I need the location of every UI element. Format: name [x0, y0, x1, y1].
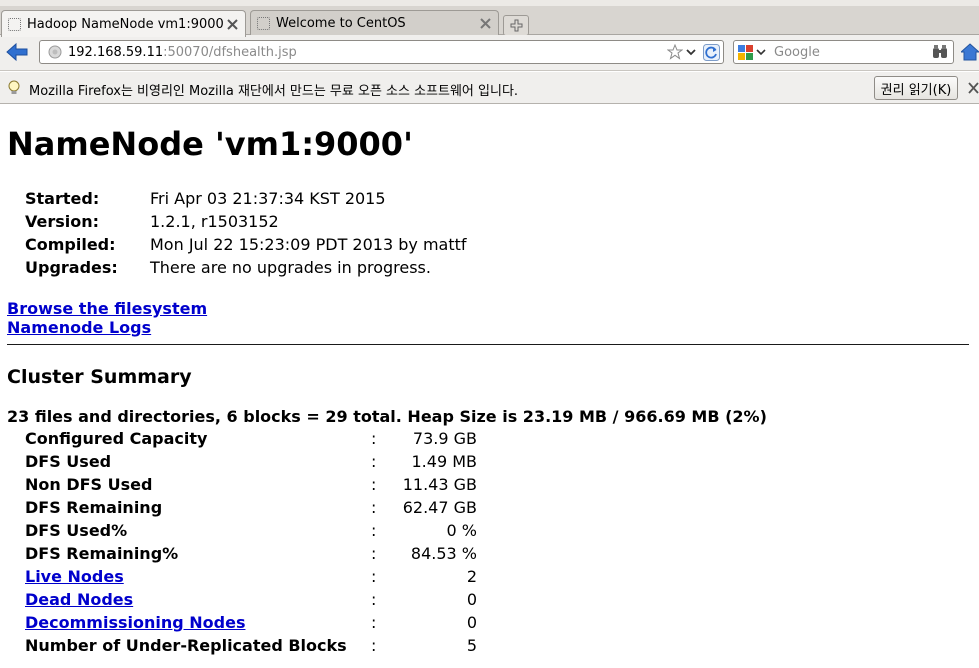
stat-row: Dead Nodes : 0	[25, 588, 477, 611]
url-text[interactable]: 192.168.59.11:50070/dfshealth.jsp	[68, 45, 667, 60]
stat-separator: :	[371, 567, 377, 586]
namenode-logs-link[interactable]: Namenode Logs	[7, 318, 207, 337]
stat-value: 62.47 GB	[402, 498, 477, 517]
stat-row: Non DFS Used : 11.43 GB	[25, 473, 477, 496]
chevron-down-icon[interactable]	[685, 46, 697, 58]
lightbulb-icon	[8, 80, 20, 94]
cluster-summary-line: 23 files and directories, 6 blocks = 29 …	[7, 407, 767, 426]
info-label: Started:	[25, 189, 100, 208]
chevron-down-icon[interactable]	[756, 47, 766, 57]
close-tab-icon[interactable]	[478, 17, 492, 31]
stat-row: Number of Under-Replicated Blocks : 5	[25, 634, 477, 657]
stat-row: DFS Used% : 0 %	[25, 519, 477, 542]
stat-label: Non DFS Used	[25, 475, 153, 494]
reload-icon[interactable]	[703, 43, 720, 61]
close-tab-icon[interactable]	[225, 17, 239, 31]
stat-row: DFS Remaining% : 84.53 %	[25, 542, 477, 565]
plus-icon	[510, 19, 522, 32]
live-nodes-link[interactable]: Live Nodes	[25, 567, 124, 586]
page-content: NameNode 'vm1:9000' Started: Fri Apr 03 …	[0, 105, 979, 668]
navigation-toolbar: 192.168.59.11:50070/dfshealth.jsp Google	[0, 35, 979, 71]
stat-value: 1.49 MB	[411, 452, 478, 471]
info-label: Upgrades:	[25, 258, 118, 277]
stat-separator: :	[371, 475, 377, 494]
stat-value: 73.9 GB	[412, 429, 477, 448]
info-label: Compiled:	[25, 235, 116, 254]
globe-icon[interactable]	[48, 45, 62, 59]
home-icon	[959, 43, 979, 61]
stat-separator: :	[371, 613, 377, 632]
tab-hadoop-namenode[interactable]: Hadoop NameNode vm1:9000	[1, 10, 246, 37]
info-row-compiled: Compiled: Mon Jul 22 15:23:09 PDT 2013 b…	[25, 233, 467, 256]
notification-bar: Mozilla Firefox는 비영리인 Mozilla 재단에서 만드는 무…	[0, 72, 979, 104]
close-icon[interactable]	[968, 81, 979, 95]
back-button[interactable]	[6, 42, 28, 62]
stat-label: DFS Remaining%	[25, 544, 179, 563]
info-value: 1.2.1, r1503152	[150, 212, 279, 231]
stat-separator: :	[371, 590, 377, 609]
stat-label: DFS Remaining	[25, 498, 163, 517]
divider	[7, 344, 969, 345]
browse-filesystem-link[interactable]: Browse the filesystem	[7, 299, 207, 318]
stat-label: Live Nodes	[25, 567, 371, 586]
dead-nodes-link[interactable]: Dead Nodes	[25, 590, 133, 609]
stat-value: 84.53 %	[410, 544, 477, 563]
info-value: Mon Jul 22 15:23:09 PDT 2013 by mattf	[150, 235, 467, 254]
info-value: Fri Apr 03 21:37:34 KST 2015	[150, 189, 386, 208]
page-title: NameNode 'vm1:9000'	[7, 125, 413, 163]
tab-welcome-centos[interactable]: Welcome to CentOS	[250, 10, 499, 36]
stat-label: Dead Nodes	[25, 590, 371, 609]
decommissioning-nodes-link[interactable]: Decommissioning Nodes	[25, 613, 245, 632]
search-input[interactable]: Google	[774, 45, 932, 60]
stat-row: Decommissioning Nodes : 0	[25, 611, 477, 634]
cluster-stats-table: Configured Capacity : 73.9 GB DFS Used :…	[25, 427, 477, 657]
back-arrow-icon	[6, 42, 28, 62]
binoculars-icon[interactable]	[932, 44, 948, 60]
info-row-version: Version: 1.2.1, r1503152	[25, 210, 467, 233]
search-bar[interactable]: Google	[733, 40, 954, 64]
stat-value: 11.43 GB	[402, 475, 477, 494]
stat-label: DFS Used	[25, 452, 112, 471]
know-your-rights-button[interactable]: 권리 읽기(K)	[874, 76, 958, 100]
tab-title: Welcome to CentOS	[276, 16, 406, 31]
tab-title: Hadoop NameNode vm1:9000	[27, 16, 224, 32]
stat-value: 0	[466, 613, 477, 632]
stat-value: 5	[466, 636, 477, 655]
stat-value: 0 %	[446, 521, 477, 540]
page-favicon-icon	[257, 17, 270, 30]
stat-label: Configured Capacity	[25, 429, 208, 448]
url-bar[interactable]: 192.168.59.11:50070/dfshealth.jsp	[39, 40, 724, 64]
new-tab-button[interactable]	[503, 15, 529, 36]
page-favicon-icon	[8, 17, 21, 31]
stat-separator: :	[371, 498, 377, 517]
info-value: There are no upgrades in progress.	[150, 258, 431, 277]
stat-label: Decommissioning Nodes	[25, 613, 371, 632]
stat-separator: :	[371, 544, 377, 563]
info-row-started: Started: Fri Apr 03 21:37:34 KST 2015	[25, 187, 467, 210]
cluster-summary-heading: Cluster Summary	[7, 366, 192, 388]
google-icon[interactable]	[738, 44, 753, 60]
tab-bar: Hadoop NameNode vm1:9000 Welcome to Cent…	[0, 6, 979, 37]
stat-value: 0	[466, 590, 477, 609]
page-links: Browse the filesystem Namenode Logs	[7, 299, 207, 337]
namenode-info: Started: Fri Apr 03 21:37:34 KST 2015 Ve…	[25, 187, 467, 279]
stat-row: Configured Capacity : 73.9 GB	[25, 427, 477, 450]
info-label: Version:	[25, 212, 100, 231]
stat-value: 2	[466, 567, 477, 586]
stat-separator: :	[371, 452, 377, 471]
notification-text: Mozilla Firefox는 비영리인 Mozilla 재단에서 만드는 무…	[29, 84, 519, 99]
home-button[interactable]	[959, 42, 979, 62]
stat-row: Live Nodes : 2	[25, 565, 477, 588]
stat-row: DFS Used : 1.49 MB	[25, 450, 477, 473]
stat-row: DFS Remaining : 62.47 GB	[25, 496, 477, 519]
stat-separator: :	[371, 636, 377, 655]
stat-label: DFS Used%	[25, 521, 128, 540]
stat-separator: :	[371, 429, 377, 448]
stat-label: Number of Under-Replicated Blocks	[25, 636, 347, 655]
star-icon[interactable]	[667, 44, 683, 60]
stat-separator: :	[371, 521, 377, 540]
info-row-upgrades: Upgrades: There are no upgrades in progr…	[25, 256, 467, 279]
